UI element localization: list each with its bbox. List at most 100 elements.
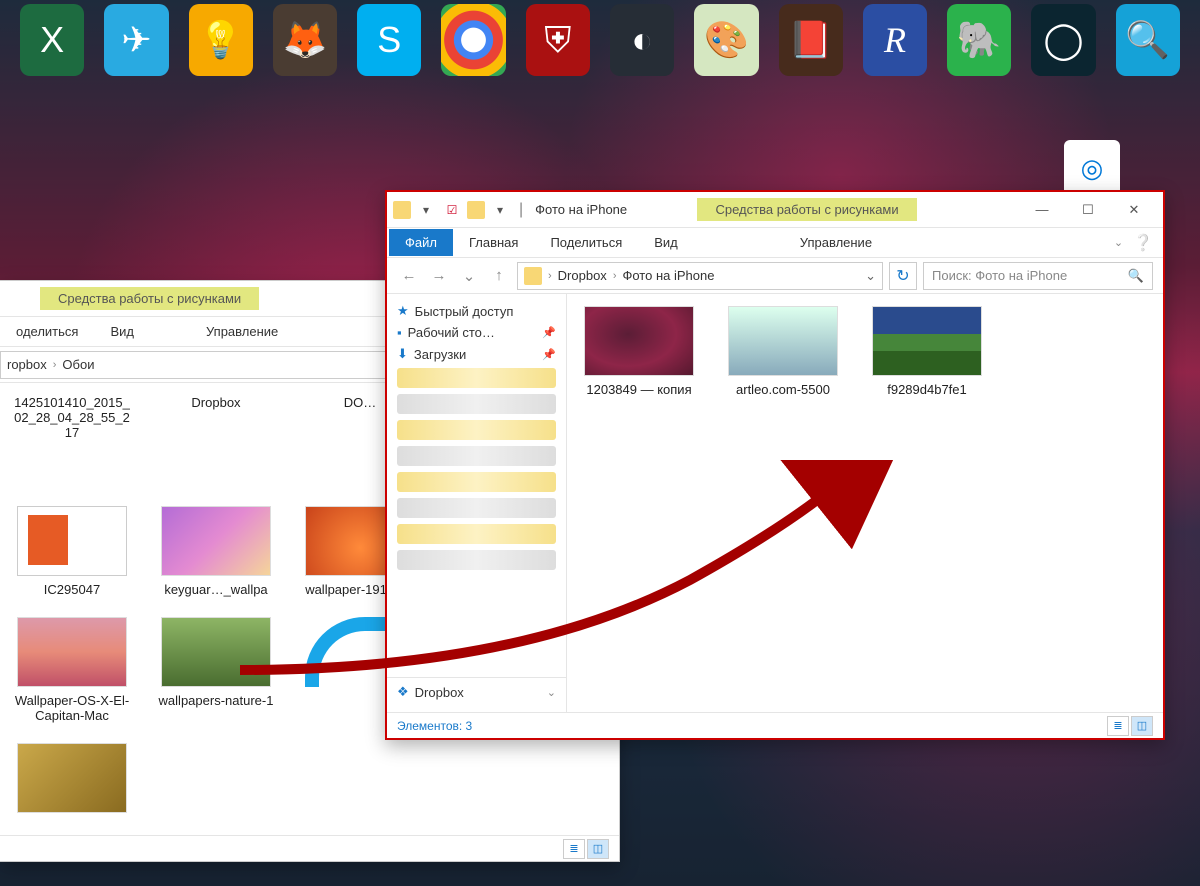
file-item[interactable]: IC295047 [12, 506, 132, 597]
nav-item-blurred[interactable] [397, 394, 556, 414]
nav-dropbox[interactable]: ❖Dropbox⌄ [387, 677, 566, 706]
nav-item-blurred[interactable] [397, 550, 556, 570]
taskbar: X ✈ 💡 🦊 S ⛨ ◐ 🎨 📕 R 🐘 ◯ 🔍 [0, 0, 1200, 90]
nav-item-blurred[interactable] [397, 472, 556, 492]
breadcrumb-seg[interactable]: ropbox [7, 357, 47, 372]
chevron-down-icon[interactable]: ⌄ [547, 686, 556, 699]
file-item[interactable]: artleo.com-5500 [723, 306, 843, 397]
taskbar-icon-excel[interactable]: X [20, 4, 84, 76]
navigation-pane[interactable]: ★Быстрый доступ ▪Рабочий сто…📌 ⬇Загрузки… [387, 294, 567, 712]
status-item-count: Элементов: 3 [397, 719, 472, 733]
close-button[interactable]: ✕ [1111, 194, 1157, 226]
minimize-button[interactable]: — [1019, 194, 1065, 226]
taskbar-icon-gimp[interactable]: 🦊 [273, 4, 337, 76]
taskbar-icon-lightbulb[interactable]: 💡 [189, 4, 253, 76]
chevron-right-icon: › [548, 270, 552, 282]
dropbox-icon: ❖ [397, 684, 409, 700]
folder-icon [467, 201, 485, 219]
file-item[interactable]: 1203849 — копия [579, 306, 699, 397]
taskbar-icon-paint[interactable]: 🎨 [694, 4, 758, 76]
breadcrumb-seg[interactable]: Dropbox [558, 268, 607, 283]
taskbar-icon-evernote[interactable]: 🐘 [947, 4, 1011, 76]
ribbon-tabs: Файл Главная Поделиться Вид Управление ⌄… [387, 228, 1163, 258]
nav-item-blurred[interactable] [397, 420, 556, 440]
nav-item-blurred[interactable] [397, 446, 556, 466]
file-item[interactable]: 1425101410_2015_02_28_04_28_55_217 [12, 395, 132, 486]
download-icon: ⬇ [397, 346, 408, 362]
nav-downloads[interactable]: ⬇Загрузки📌 [387, 343, 566, 365]
nav-forward-button[interactable]: → [427, 264, 451, 288]
tab-share[interactable]: Поделиться [534, 229, 638, 256]
status-bar: Элементов: 3 ≣ ◫ [387, 712, 1163, 738]
thumbnail [584, 306, 694, 376]
tab-share[interactable]: оделиться [0, 318, 94, 345]
thumbnail [17, 743, 127, 813]
thumbnail [17, 617, 127, 687]
view-details-button[interactable]: ≣ [1107, 716, 1129, 736]
pin-icon: 📌 [542, 348, 556, 361]
search-icon: 🔍 [1128, 268, 1144, 284]
qat-dropdown[interactable]: ▾ [415, 199, 437, 221]
chevron-right-icon: › [613, 270, 617, 282]
contextual-tab-label: Средства работы с рисунками [697, 198, 916, 221]
file-grid[interactable]: 1203849 — копия artleo.com-5500 f9289d4b… [567, 294, 1163, 712]
file-item[interactable]: Dropbox [156, 395, 276, 486]
tab-view[interactable]: Вид [638, 229, 694, 256]
taskbar-icon-chrome[interactable] [441, 4, 505, 76]
nav-desktop[interactable]: ▪Рабочий сто…📌 [387, 322, 566, 343]
taskbar-icon-steam[interactable]: ◐ [610, 4, 674, 76]
thumbnail [161, 506, 271, 576]
nav-item-blurred[interactable] [397, 498, 556, 518]
pin-icon: 📌 [542, 326, 556, 339]
nav-history-button[interactable]: ⌄ [457, 264, 481, 288]
maximize-button[interactable]: ☐ [1065, 194, 1111, 226]
address-bar[interactable]: › Dropbox › Фото на iPhone ⌄ [517, 262, 883, 290]
file-item[interactable]: Wallpaper-OS-X-El-Capitan-Mac [12, 617, 132, 723]
file-item[interactable]: wallpapers-nature-1 [156, 617, 276, 723]
contextual-tab-label: Средства работы с рисунками [40, 287, 259, 310]
taskbar-icon-delphi[interactable]: ⛨ [526, 4, 590, 76]
qat-checkbox[interactable]: ☑ [441, 199, 463, 221]
taskbar-icon-app1[interactable]: ◯ [1031, 4, 1095, 76]
tab-home[interactable]: Главная [453, 229, 534, 256]
nav-up-button[interactable]: ↑ [487, 264, 511, 288]
explorer-window-iphone-photos[interactable]: ▾ ☑ ▾ | Фото на iPhone Средства работы с… [385, 190, 1165, 740]
thumbnail [161, 617, 271, 687]
tab-manage[interactable]: Управление [784, 229, 888, 256]
breadcrumb-seg[interactable]: Обои [62, 357, 94, 372]
file-item[interactable] [12, 743, 132, 813]
tab-manage[interactable]: Управление [190, 318, 294, 345]
taskbar-icon-book[interactable]: 📕 [779, 4, 843, 76]
chevron-right-icon: › [53, 359, 57, 371]
taskbar-icon-telegram[interactable]: ✈ [104, 4, 168, 76]
status-bar: ≣ ◫ [0, 835, 619, 861]
qat-dropdown[interactable]: ▾ [489, 199, 511, 221]
nav-item-blurred[interactable] [397, 524, 556, 544]
ribbon-collapse-icon[interactable]: ⌄ [1114, 236, 1123, 249]
view-thumbnails-button[interactable]: ◫ [587, 839, 609, 859]
nav-item-blurred[interactable] [397, 368, 556, 388]
view-details-button[interactable]: ≣ [563, 839, 585, 859]
taskbar-icon-r[interactable]: R [863, 4, 927, 76]
folder-icon [393, 201, 411, 219]
window-title: Фото на iPhone [527, 202, 635, 217]
refresh-button[interactable]: ↻ [889, 262, 917, 290]
search-placeholder: Поиск: Фото на iPhone [932, 268, 1067, 283]
file-item[interactable]: f9289d4b7fe1 [867, 306, 987, 397]
tab-file[interactable]: Файл [389, 229, 453, 256]
separator: | [515, 201, 527, 219]
taskbar-icon-skype[interactable]: S [357, 4, 421, 76]
tab-view[interactable]: Вид [94, 318, 150, 345]
folder-icon [524, 267, 542, 285]
search-input[interactable]: Поиск: Фото на iPhone 🔍 [923, 262, 1153, 290]
desktop-shortcut[interactable]: ◎ [1064, 140, 1120, 196]
nav-back-button[interactable]: ← [397, 264, 421, 288]
file-item[interactable]: keyguar…_wallpa [156, 506, 276, 597]
chevron-down-icon[interactable]: ⌄ [865, 268, 876, 284]
nav-quick-access[interactable]: ★Быстрый доступ [387, 300, 566, 322]
breadcrumb-seg[interactable]: Фото на iPhone [622, 268, 714, 283]
help-icon[interactable]: ❔ [1133, 233, 1153, 253]
view-thumbnails-button[interactable]: ◫ [1131, 716, 1153, 736]
taskbar-icon-search[interactable]: 🔍 [1116, 4, 1180, 76]
thumbnail [728, 306, 838, 376]
